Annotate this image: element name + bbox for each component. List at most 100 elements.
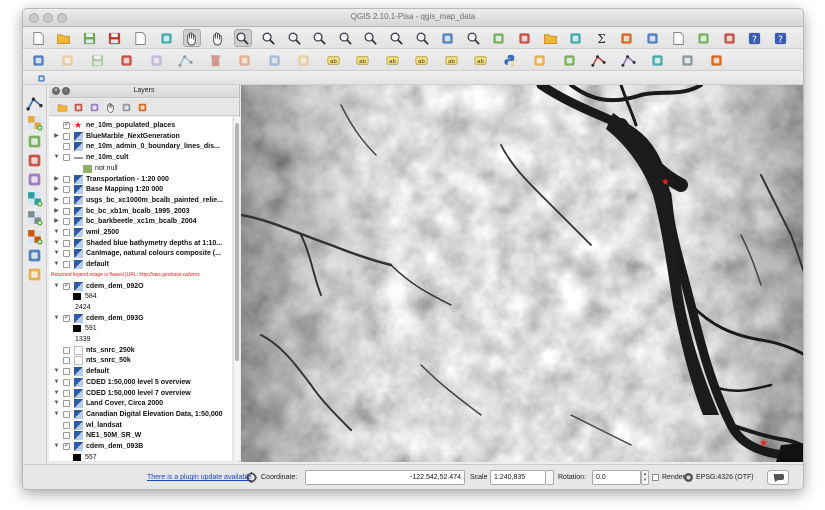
- open-attribute-table-icon[interactable]: [541, 29, 559, 47]
- layer-visibility-checkbox[interactable]: [63, 132, 70, 140]
- add-delimited-text-icon[interactable]: [26, 247, 44, 265]
- layer-tree-row[interactable]: NE1_50M_SR_W: [49, 430, 232, 441]
- layer-visibility-checkbox[interactable]: ✓: [63, 282, 70, 290]
- collapse-arrow-icon[interactable]: ▼: [53, 388, 60, 399]
- layer-tree-row[interactable]: ▼ default: [49, 259, 232, 270]
- node-tool-icon[interactable]: [177, 51, 195, 69]
- layer-visibility-checkbox[interactable]: [63, 261, 70, 269]
- scrollbar-thumb[interactable]: [235, 123, 239, 361]
- map-tips-icon[interactable]: [643, 29, 661, 47]
- identify-icon[interactable]: [464, 29, 482, 47]
- layer-visibility-checkbox[interactable]: [63, 357, 70, 365]
- layer-tree-row[interactable]: ▶ Transportation - 1:20 000: [49, 174, 232, 185]
- copy-features-icon[interactable]: [265, 51, 283, 69]
- coordinate-field[interactable]: -122.542,52.474: [305, 470, 465, 485]
- expand-arrow-icon[interactable]: ▶: [53, 216, 60, 227]
- touch-zoom-icon[interactable]: [233, 29, 252, 47]
- add-vector-layer-icon[interactable]: [26, 95, 44, 113]
- layer-tree[interactable]: ✓ ★ ne_10m_populated_places ▶ BlueMarble_Nex…: [49, 117, 232, 461]
- rotation-field[interactable]: 0.0: [592, 470, 641, 485]
- select-icon[interactable]: [490, 29, 508, 47]
- layer-tree-row[interactable]: ▼ CDED 1:50,000 level 5 overview: [49, 377, 232, 388]
- pan-to-selection-icon[interactable]: [208, 29, 226, 47]
- collapse-arrow-icon[interactable]: ▼: [53, 259, 60, 270]
- layer-tree-row[interactable]: ▶ bc_barkbeetle_xc1m_bcalb_2004: [49, 216, 232, 227]
- layer-tree-row[interactable]: 2424: [49, 302, 232, 313]
- collapse-arrow-icon[interactable]: ▼: [53, 409, 60, 420]
- layer-visibility-checkbox[interactable]: ✓: [63, 443, 70, 450]
- expand-arrow-icon[interactable]: ▶: [53, 206, 60, 217]
- collapse-arrow-icon[interactable]: ▼: [53, 281, 60, 292]
- expand-arrow-icon[interactable]: ▶: [53, 184, 60, 195]
- collapse-all-icon[interactable]: [121, 102, 132, 113]
- new-project-icon[interactable]: [29, 29, 47, 47]
- scale-dropdown-button[interactable]: [546, 470, 554, 485]
- layer-tree-row[interactable]: ▼ CanImage, natural colours composite (..…: [49, 248, 232, 259]
- save-edits-icon[interactable]: [88, 51, 106, 69]
- layer-tree-scrollbar[interactable]: [233, 117, 240, 461]
- osm-icon[interactable]: [708, 51, 726, 69]
- expand-arrow-icon[interactable]: ▶: [53, 174, 60, 185]
- new-bookmark-icon[interactable]: [669, 29, 687, 47]
- layer-visibility-checkbox[interactable]: [63, 143, 70, 151]
- layer-tree-row[interactable]: ▶ Base Mapping 1:20 000: [49, 184, 232, 195]
- layer-tree-row[interactable]: ▼ CDED 1:50,000 level 7 overview: [49, 388, 232, 399]
- layer-visibility-checkbox[interactable]: ✓: [63, 314, 70, 322]
- layer-tree-row[interactable]: ▼ ✓ cdem_dem_092O: [49, 281, 232, 292]
- expand-all-icon[interactable]: [105, 102, 116, 113]
- add-wfs-layer-icon[interactable]: [26, 228, 44, 246]
- expand-arrow-icon[interactable]: ▶: [53, 195, 60, 206]
- current-edits-icon[interactable]: [29, 51, 47, 69]
- layer-tree-row[interactable]: ▼ default: [49, 366, 232, 377]
- label-tool-icon[interactable]: ab: [324, 51, 342, 69]
- collapse-arrow-icon[interactable]: ▼: [53, 313, 60, 324]
- layer-tree-row[interactable]: ✓ ★ ne_10m_populated_places: [49, 120, 232, 131]
- message-log-icon[interactable]: [767, 470, 789, 485]
- whats-this-icon[interactable]: ?: [771, 29, 789, 47]
- layer-visibility-checkbox[interactable]: [63, 400, 70, 408]
- layer-tree-row[interactable]: 591: [49, 323, 232, 334]
- layer-visibility-checkbox[interactable]: [63, 186, 70, 194]
- show-bookmarks-icon[interactable]: [695, 29, 713, 47]
- add-virtual-layer-icon[interactable]: [26, 266, 44, 284]
- layer-visibility-checkbox[interactable]: [63, 389, 70, 397]
- layer-visibility-checkbox[interactable]: [63, 410, 70, 418]
- remove-layer-icon[interactable]: [137, 102, 148, 113]
- map-canvas[interactable]: ★ ★: [241, 85, 803, 462]
- layer-tree-row[interactable]: nts_snrc_50k: [49, 355, 232, 366]
- layer-tree-row[interactable]: ▼ ne_10m_cult: [49, 152, 232, 163]
- layer-tree-row[interactable]: ▼ Land Cover, Circa 2000: [49, 398, 232, 409]
- save-as-icon[interactable]: [106, 29, 124, 47]
- move-feature-icon[interactable]: [147, 51, 165, 69]
- layer-tree-row[interactable]: 584: [49, 291, 232, 302]
- expand-arrow-icon[interactable]: ▶: [53, 131, 60, 142]
- layer-visibility-checkbox[interactable]: [63, 421, 70, 429]
- zoom-out-icon[interactable]: [285, 29, 303, 47]
- rotation-stepper[interactable]: ▲ ▼: [641, 470, 649, 485]
- layer-visibility-checkbox[interactable]: [63, 229, 70, 236]
- scale-combo[interactable]: 1:240,835: [490, 470, 546, 485]
- refresh-icon[interactable]: [439, 29, 457, 47]
- crs-globe-icon[interactable]: [683, 472, 694, 483]
- zoom-in-icon[interactable]: [259, 29, 277, 47]
- pin-label-icon[interactable]: ab: [354, 51, 372, 69]
- field-calculator-icon[interactable]: [567, 29, 585, 47]
- layer-visibility-checkbox[interactable]: [63, 346, 70, 354]
- deselect-icon[interactable]: [515, 29, 533, 47]
- render-checkbox[interactable]: [652, 474, 659, 481]
- paste-features-icon[interactable]: [295, 51, 313, 69]
- layer-tree-row[interactable]: ▼ ✓ cdem_dem_093G: [49, 313, 232, 324]
- add-feature-icon[interactable]: [118, 51, 136, 69]
- layer-visibility-checkbox[interactable]: [63, 175, 70, 183]
- help-icon[interactable]: ?: [746, 29, 764, 47]
- layer-visibility-checkbox[interactable]: [63, 207, 70, 215]
- collapse-arrow-icon[interactable]: ▼: [53, 248, 60, 259]
- gps-icon[interactable]: [678, 51, 696, 69]
- add-wcs-layer-icon[interactable]: [26, 209, 44, 227]
- collapse-arrow-icon[interactable]: ▼: [53, 441, 60, 452]
- digitize-icon[interactable]: [590, 51, 608, 69]
- filter-legend-icon[interactable]: [89, 102, 100, 113]
- layer-tree-row[interactable]: not null: [49, 163, 232, 174]
- add-mssql-layer-icon[interactable]: [26, 171, 44, 189]
- layer-tree-row[interactable]: ▼ Shaded blue bathymetry depths at 1:10..…: [49, 238, 232, 249]
